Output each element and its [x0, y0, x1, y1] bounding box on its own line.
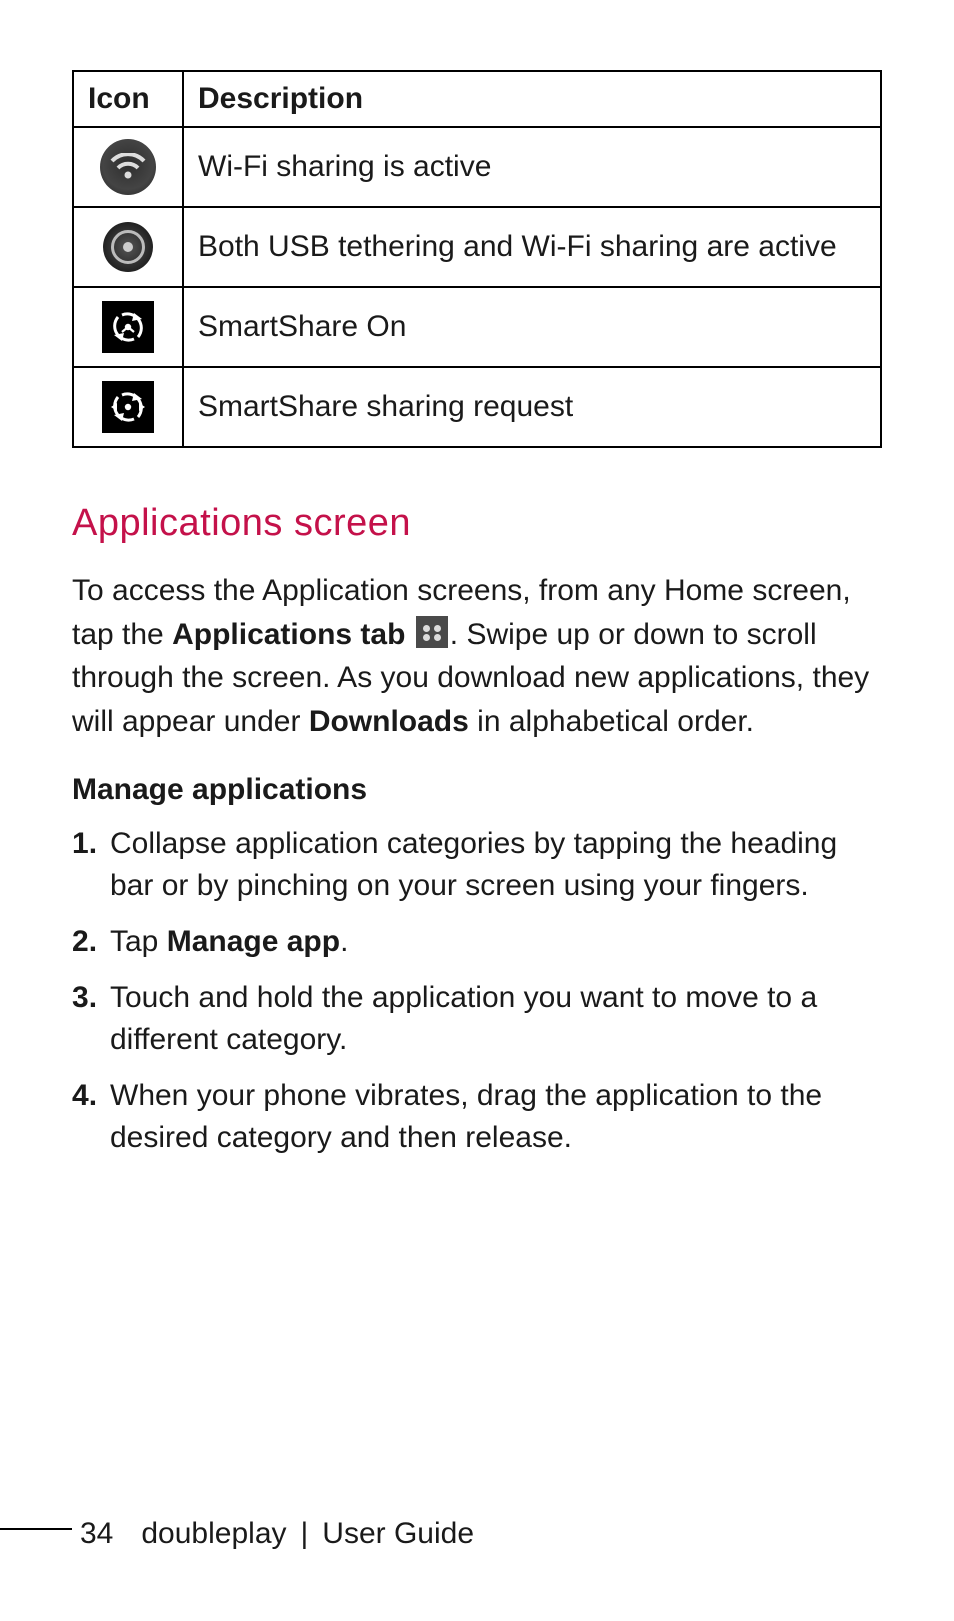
- footer-doc-title: User Guide: [322, 1517, 474, 1551]
- list-item: Collapse application categories by tappi…: [72, 823, 882, 907]
- applications-tab-icon: [416, 616, 448, 648]
- table-cell-description: Both USB tethering and Wi-Fi sharing are…: [183, 207, 881, 287]
- list-item: Tap Manage app.: [72, 921, 882, 963]
- icon-description-table: Icon Description Wi-Fi sharing is active: [72, 70, 882, 448]
- applications-screen-paragraph: To access the Application screens, from …: [72, 569, 882, 743]
- step-text: When your phone vibrates, drag the appli…: [110, 1079, 822, 1154]
- smartshare-on-icon: [102, 301, 154, 353]
- list-item: When your phone vibrates, drag the appli…: [72, 1075, 882, 1159]
- para-text: in alphabetical order.: [469, 705, 754, 738]
- table-cell-description: SmartShare On: [183, 287, 881, 367]
- smartshare-request-icon: [102, 381, 154, 433]
- step-text: .: [340, 925, 348, 958]
- page-footer: 34 doubleplay | User Guide: [0, 1517, 954, 1551]
- footer-separator: |: [301, 1517, 309, 1551]
- applications-tab-label: Applications tab: [172, 618, 405, 651]
- table-row: Wi-Fi sharing is active: [73, 127, 881, 207]
- table-cell-description: SmartShare sharing request: [183, 367, 881, 447]
- usb-wifi-both-icon: [103, 222, 153, 272]
- table-header-icon: Icon: [73, 71, 183, 127]
- page-number: 34: [80, 1517, 113, 1551]
- downloads-label: Downloads: [309, 705, 469, 738]
- table-header-description: Description: [183, 71, 881, 127]
- footer-rule: [0, 1528, 72, 1530]
- footer-product: doubleplay: [141, 1517, 286, 1551]
- subheading-manage-applications: Manage applications: [72, 773, 882, 807]
- wifi-sharing-icon: [100, 139, 156, 195]
- step-text: Tap: [110, 925, 167, 958]
- step-bold: Manage app: [167, 925, 340, 958]
- section-heading-applications-screen: Applications screen: [72, 502, 882, 545]
- step-text: Collapse application categories by tappi…: [110, 827, 837, 902]
- table-row: SmartShare sharing request: [73, 367, 881, 447]
- list-item: Touch and hold the application you want …: [72, 977, 882, 1061]
- table-cell-description: Wi-Fi sharing is active: [183, 127, 881, 207]
- manage-applications-steps: Collapse application categories by tappi…: [72, 823, 882, 1159]
- table-row: Both USB tethering and Wi-Fi sharing are…: [73, 207, 881, 287]
- step-text: Touch and hold the application you want …: [110, 981, 817, 1056]
- table-row: SmartShare On: [73, 287, 881, 367]
